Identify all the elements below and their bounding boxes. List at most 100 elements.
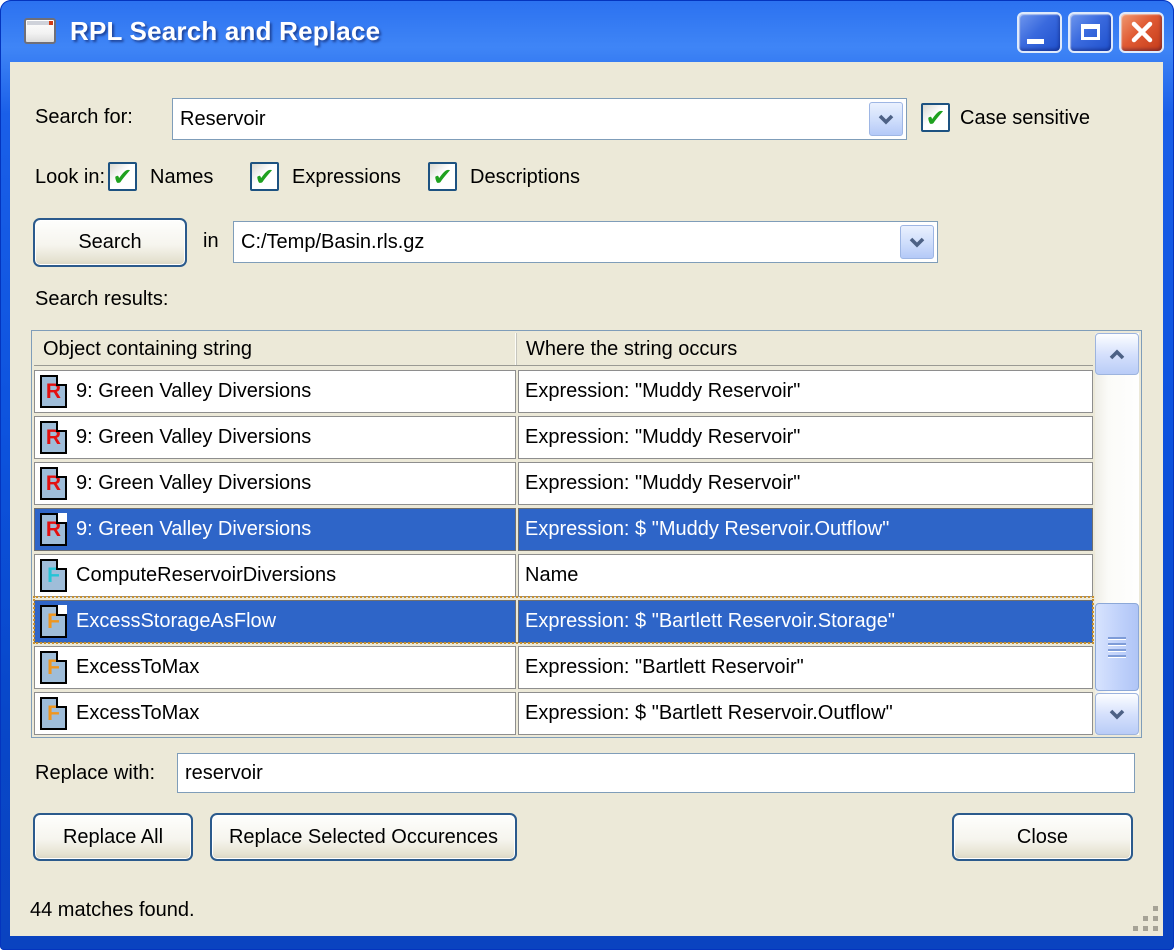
table-row[interactable]: F ExcessToMax Expression: $ "Bartlett Re… bbox=[34, 689, 1093, 735]
look-in-label: Look in: bbox=[35, 166, 105, 189]
table-row[interactable]: R 9: Green Valley Diversions Expression:… bbox=[34, 413, 1093, 459]
where-cell[interactable]: Expression: "Muddy Reservoir" bbox=[518, 462, 1093, 505]
where-cell[interactable]: Expression: $ "Muddy Reservoir.Outflow" bbox=[518, 508, 1093, 551]
scroll-down-button[interactable] bbox=[1095, 693, 1139, 735]
where-text: Expression: "Muddy Reservoir" bbox=[525, 380, 800, 403]
chevron-up-icon bbox=[1108, 349, 1126, 360]
replace-with-input[interactable] bbox=[177, 753, 1135, 793]
scrollbar-thumb[interactable] bbox=[1095, 603, 1139, 691]
names-checkbox[interactable]: ✔ bbox=[108, 162, 137, 191]
replace-all-button[interactable]: Replace All bbox=[33, 813, 193, 861]
chevron-down-icon bbox=[1108, 709, 1126, 720]
document-icon: F bbox=[40, 697, 67, 730]
names-label: Names bbox=[150, 166, 213, 189]
results-table: Object containing string Where the strin… bbox=[31, 330, 1142, 738]
scroll-up-button[interactable] bbox=[1095, 333, 1139, 375]
object-cell[interactable]: F ComputeReservoirDiversions bbox=[34, 554, 516, 597]
search-for-dropdown-button[interactable] bbox=[869, 102, 903, 136]
where-text: Expression: $ "Bartlett Reservoir.Outflo… bbox=[525, 702, 893, 725]
check-icon: ✔ bbox=[254, 165, 274, 189]
table-row[interactable]: F ExcessStorageAsFlow Expression: $ "Bar… bbox=[34, 597, 1093, 643]
document-icon-letter: R bbox=[46, 473, 61, 494]
chevron-down-icon bbox=[877, 114, 895, 125]
dialog-window: RPL Search and Replace Search for: ✔ Cas… bbox=[0, 0, 1174, 950]
check-icon: ✔ bbox=[112, 165, 132, 189]
close-button[interactable]: Close bbox=[952, 813, 1133, 861]
file-combobox[interactable] bbox=[233, 221, 938, 263]
object-text: 9: Green Valley Diversions bbox=[76, 426, 311, 449]
table-row[interactable]: F ComputeReservoirDiversions Name bbox=[34, 551, 1093, 597]
column-header-object[interactable]: Object containing string bbox=[34, 333, 516, 365]
object-cell[interactable]: R 9: Green Valley Diversions bbox=[34, 370, 516, 413]
maximize-button[interactable] bbox=[1068, 12, 1113, 53]
search-for-input[interactable] bbox=[173, 108, 869, 131]
check-icon: ✔ bbox=[432, 165, 452, 189]
window-title: RPL Search and Replace bbox=[70, 16, 380, 47]
object-text: ExcessStorageAsFlow bbox=[76, 610, 276, 633]
descriptions-checkbox[interactable]: ✔ bbox=[428, 162, 457, 191]
where-text: Expression: $ "Bartlett Reservoir.Storag… bbox=[525, 610, 895, 633]
expressions-label: Expressions bbox=[292, 166, 401, 189]
table-row[interactable]: R 9: Green Valley Diversions Expression:… bbox=[34, 459, 1093, 505]
file-dropdown-button[interactable] bbox=[900, 225, 934, 259]
resize-grip[interactable] bbox=[1153, 926, 1158, 931]
where-cell[interactable]: Expression: $ "Bartlett Reservoir.Outflo… bbox=[518, 692, 1093, 735]
chevron-down-icon bbox=[908, 237, 926, 248]
dialog-body: Search for: ✔ Case sensitive Look in: ✔ … bbox=[10, 62, 1163, 936]
results-rows: R 9: Green Valley Diversions Expression:… bbox=[34, 367, 1093, 735]
thumb-grip-icon bbox=[1108, 637, 1126, 639]
column-header-where[interactable]: Where the string occurs bbox=[516, 333, 1093, 365]
table-row[interactable]: R 9: Green Valley Diversions Expression:… bbox=[34, 367, 1093, 413]
where-cell[interactable]: Expression: "Muddy Reservoir" bbox=[518, 416, 1093, 459]
object-cell[interactable]: R 9: Green Valley Diversions bbox=[34, 508, 516, 551]
search-for-combobox[interactable] bbox=[172, 98, 907, 140]
document-icon: R bbox=[40, 513, 67, 546]
where-cell[interactable]: Expression: "Bartlett Reservoir" bbox=[518, 646, 1093, 689]
search-for-label: Search for: bbox=[35, 106, 133, 129]
document-icon-letter: R bbox=[46, 427, 61, 448]
replace-selected-button[interactable]: Replace Selected Occurences bbox=[210, 813, 517, 861]
search-button[interactable]: Search bbox=[33, 218, 187, 267]
object-text: 9: Green Valley Diversions bbox=[76, 518, 311, 541]
case-sensitive-label: Case sensitive bbox=[960, 107, 1090, 130]
object-cell[interactable]: R 9: Green Valley Diversions bbox=[34, 462, 516, 505]
object-cell[interactable]: F ExcessToMax bbox=[34, 646, 516, 689]
file-input[interactable] bbox=[234, 231, 900, 254]
document-icon-letter: R bbox=[46, 381, 61, 402]
document-icon-letter: F bbox=[47, 611, 60, 632]
table-row[interactable]: R 9: Green Valley Diversions Expression:… bbox=[34, 505, 1093, 551]
document-icon-letter: F bbox=[47, 703, 60, 724]
document-icon: F bbox=[40, 605, 67, 638]
object-cell[interactable]: R 9: Green Valley Diversions bbox=[34, 416, 516, 459]
where-cell[interactable]: Expression: "Muddy Reservoir" bbox=[518, 370, 1093, 413]
table-row[interactable]: F ExcessToMax Expression: "Bartlett Rese… bbox=[34, 643, 1093, 689]
close-icon bbox=[1130, 20, 1154, 44]
document-icon: R bbox=[40, 421, 67, 454]
document-icon-letter: F bbox=[47, 657, 60, 678]
title-bar[interactable]: RPL Search and Replace bbox=[0, 0, 1174, 62]
replace-with-label: Replace with: bbox=[35, 762, 155, 785]
object-text: ComputeReservoirDiversions bbox=[76, 564, 336, 587]
where-cell[interactable]: Name bbox=[518, 554, 1093, 597]
results-scrollbar[interactable] bbox=[1095, 333, 1139, 735]
document-icon: R bbox=[40, 467, 67, 500]
object-text: ExcessToMax bbox=[76, 656, 199, 679]
expressions-checkbox[interactable]: ✔ bbox=[250, 162, 279, 191]
close-window-button[interactable] bbox=[1119, 12, 1164, 53]
object-cell[interactable]: F ExcessToMax bbox=[34, 692, 516, 735]
window-icon bbox=[24, 18, 56, 44]
object-cell[interactable]: F ExcessStorageAsFlow bbox=[34, 600, 516, 643]
where-cell[interactable]: Expression: $ "Bartlett Reservoir.Storag… bbox=[518, 600, 1093, 643]
minimize-button[interactable] bbox=[1017, 12, 1062, 53]
descriptions-label: Descriptions bbox=[470, 166, 580, 189]
check-icon: ✔ bbox=[925, 106, 945, 130]
case-sensitive-checkbox[interactable]: ✔ bbox=[921, 103, 950, 132]
where-text: Expression: $ "Muddy Reservoir.Outflow" bbox=[525, 518, 889, 541]
results-header: Object containing string Where the strin… bbox=[34, 333, 1093, 366]
document-icon-letter: F bbox=[47, 565, 60, 586]
search-results-label: Search results: bbox=[35, 288, 168, 311]
object-text: 9: Green Valley Diversions bbox=[76, 380, 311, 403]
object-text: 9: Green Valley Diversions bbox=[76, 472, 311, 495]
object-text: ExcessToMax bbox=[76, 702, 199, 725]
minimize-icon bbox=[1027, 39, 1044, 44]
